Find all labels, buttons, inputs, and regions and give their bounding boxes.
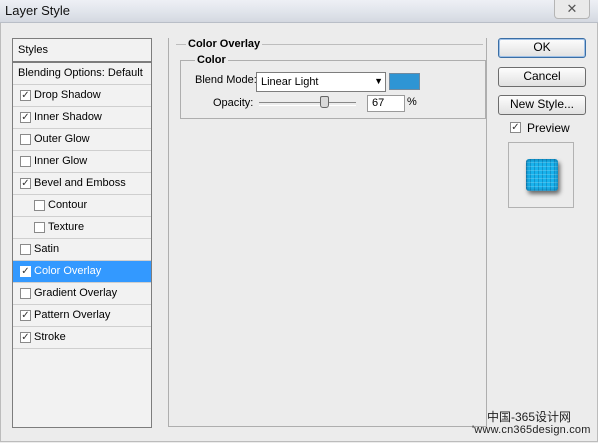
style-item-label: Drop Shadow — [34, 89, 101, 101]
style-checkbox[interactable]: ✓ — [20, 178, 31, 189]
style-item-label: Texture — [48, 221, 85, 233]
style-item-outer-glow[interactable]: Outer Glow — [13, 129, 151, 151]
opacity-value: 67 — [372, 97, 385, 109]
style-list: Blending Options: Default ✓ Drop Shadow ✓ In… — [12, 62, 152, 428]
window-title: Layer Style — [5, 3, 71, 18]
style-checkbox[interactable] — [34, 222, 45, 233]
styles-header-label: Styles — [18, 44, 48, 56]
style-item-label: Blending Options: Default — [18, 67, 143, 79]
style-item-label: Outer Glow — [34, 133, 90, 145]
style-checkbox[interactable] — [20, 134, 31, 145]
style-checkbox[interactable]: ✓ — [20, 332, 31, 343]
style-checkbox[interactable] — [20, 244, 31, 255]
opacity-slider-thumb[interactable] — [319, 96, 329, 108]
watermark-line2: 'www.cn365design.com — [472, 424, 591, 436]
style-item-label: Contour — [48, 199, 88, 211]
title-bar: Layer Style ✕ — [0, 0, 598, 23]
style-item-satin[interactable]: Satin — [13, 239, 151, 261]
style-item-inner-glow[interactable]: Inner Glow — [13, 151, 151, 173]
overlay-color-swatch[interactable] — [389, 73, 420, 90]
style-item-drop-shadow[interactable]: ✓ Drop Shadow — [13, 85, 151, 107]
style-item-texture[interactable]: Texture — [13, 217, 151, 239]
style-checkbox[interactable]: ✓ — [20, 112, 31, 123]
blend-mode-label: Blend Mode: — [195, 74, 257, 86]
blend-mode-select[interactable]: Linear Light ▼ — [256, 72, 386, 92]
style-item-label: Bevel and Emboss — [34, 177, 126, 189]
style-item-label: Pattern Overlay — [34, 309, 111, 321]
close-icon[interactable]: ✕ — [554, 0, 590, 19]
blend-mode-value: Linear Light — [261, 76, 319, 88]
opacity-unit: % — [407, 96, 417, 108]
style-item-label: Satin — [34, 243, 60, 255]
style-item-blending-options-default[interactable]: Blending Options: Default — [13, 63, 151, 85]
style-item-label: Inner Glow — [34, 155, 88, 167]
cancel-button[interactable]: Cancel — [498, 67, 586, 87]
color-overlay-title: Color Overlay — [186, 38, 263, 50]
opacity-label: Opacity: — [213, 97, 254, 109]
style-item-color-overlay[interactable]: ✓ Color Overlay — [13, 261, 151, 283]
preview-checkbox[interactable]: ✓ — [510, 122, 521, 133]
style-checkbox[interactable]: ✓ — [20, 90, 31, 101]
watermark-line1: 中国-365设计网 — [487, 410, 572, 424]
style-item-bevel-and-emboss[interactable]: ✓ Bevel and Emboss — [13, 173, 151, 195]
chevron-down-icon: ▼ — [374, 76, 383, 86]
style-checkbox[interactable] — [20, 288, 31, 299]
new-style-button[interactable]: New Style... — [498, 95, 586, 115]
style-item-contour[interactable]: Contour — [13, 195, 151, 217]
styles-header[interactable]: Styles — [12, 38, 152, 62]
style-item-label: Stroke — [34, 331, 66, 343]
style-item-inner-shadow[interactable]: ✓ Inner Shadow — [13, 107, 151, 129]
style-item-gradient-overlay[interactable]: Gradient Overlay — [13, 283, 151, 305]
style-item-label: Color Overlay — [34, 265, 102, 277]
style-checkbox[interactable]: ✓ — [20, 266, 31, 277]
style-item-stroke[interactable]: ✓ Stroke — [13, 327, 151, 349]
style-item-pattern-overlay[interactable]: ✓ Pattern Overlay — [13, 305, 151, 327]
style-item-label: Inner Shadow — [34, 111, 102, 123]
style-item-label: Gradient Overlay — [34, 287, 118, 299]
opacity-input[interactable]: 67 — [367, 95, 405, 112]
opacity-slider-track[interactable] — [259, 102, 356, 106]
ok-button[interactable]: OK — [498, 38, 586, 58]
preview-thumbnail — [526, 159, 558, 191]
preview-label: Preview — [527, 121, 570, 135]
style-preview — [508, 142, 574, 208]
style-checkbox[interactable] — [20, 156, 31, 167]
style-checkbox[interactable] — [34, 200, 45, 211]
style-checkbox[interactable]: ✓ — [20, 310, 31, 321]
color-section-title: Color — [195, 54, 228, 66]
